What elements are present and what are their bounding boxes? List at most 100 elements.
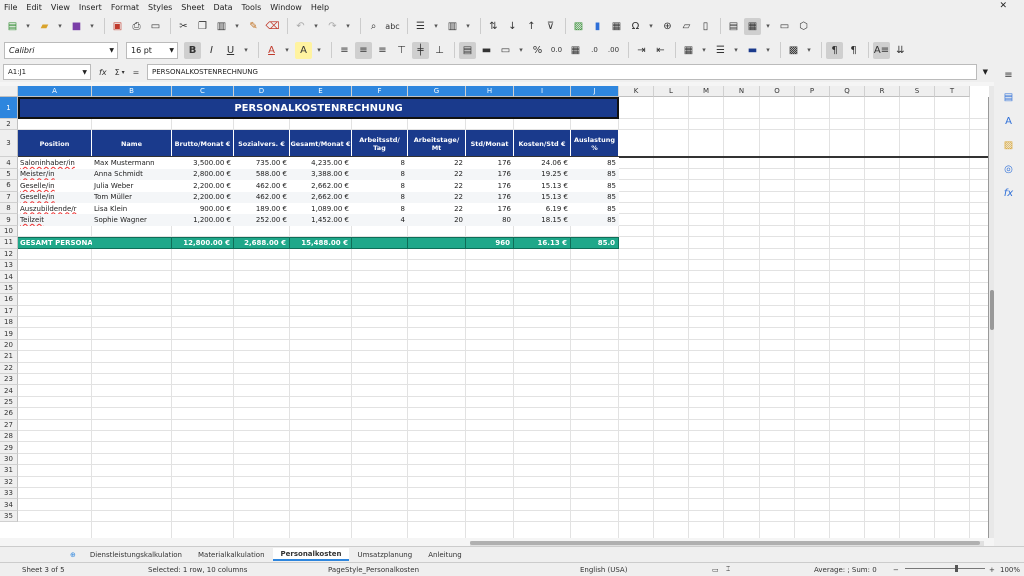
value-cell[interactable]: 18.15 €	[514, 214, 571, 226]
function-wizard-icon[interactable]: fx	[99, 68, 107, 77]
total-cell[interactable]: 85.0	[571, 237, 619, 249]
border-color-icon[interactable]: ▬	[744, 42, 761, 59]
sort-ascending-icon[interactable]: ↓	[504, 18, 521, 35]
selection-mode-icon[interactable]: ▭	[712, 566, 719, 574]
menu-item-help[interactable]: Help	[311, 3, 329, 12]
text-horizontal-icon[interactable]: A≡	[873, 41, 890, 59]
value-cell[interactable]: 85	[571, 180, 619, 192]
menu-item-edit[interactable]: Edit	[26, 3, 42, 12]
row-header-8[interactable]: 8	[0, 203, 18, 215]
row-header-16[interactable]: 16	[0, 294, 18, 306]
value-cell[interactable]: 462.00 €	[234, 180, 290, 192]
menu-item-tools[interactable]: Tools	[242, 3, 262, 12]
value-cell[interactable]: 22	[408, 203, 466, 215]
define-print-area-icon[interactable]: ▤	[725, 18, 742, 35]
column-heading[interactable]: Std/Monat	[466, 130, 514, 158]
value-cell[interactable]: 6.19 €	[514, 203, 571, 215]
value-cell[interactable]: 2,200.00 €	[172, 191, 234, 203]
spelling-icon[interactable]: abc	[384, 18, 401, 35]
value-cell[interactable]: 735.00 €	[234, 157, 290, 169]
zoom-slider-knob[interactable]	[955, 565, 958, 572]
properties-icon[interactable]: ▤	[1001, 90, 1016, 105]
align-center-icon[interactable]: ≡	[355, 41, 372, 59]
pivot-table-icon[interactable]: ▦	[608, 18, 625, 35]
value-cell[interactable]: 252.00 €	[234, 214, 290, 226]
borders-icon[interactable]: ▦	[680, 42, 697, 59]
name-cell[interactable]: Julia Weber	[92, 180, 172, 192]
column-header-m[interactable]: M	[689, 86, 724, 97]
percent-format-button[interactable]: %	[529, 42, 546, 59]
sheet-title[interactable]: PERSONALKOSTENRECHNUNG	[18, 97, 619, 119]
value-cell[interactable]: 2,662.00 €	[290, 191, 352, 203]
name-cell[interactable]: Lisa Klein	[92, 203, 172, 215]
row-header-31[interactable]: 31	[0, 465, 18, 477]
status-pagestyle[interactable]: PageStyle_Personalkosten	[328, 566, 419, 574]
row-header-23[interactable]: 23	[0, 374, 18, 386]
menu-item-file[interactable]: File	[4, 3, 17, 12]
value-cell[interactable]: 85	[571, 191, 619, 203]
value-cell[interactable]: 8	[352, 157, 408, 169]
open-folder-icon[interactable]: ▰	[36, 18, 53, 35]
name-cell[interactable]: Sophie Wagner	[92, 214, 172, 226]
column-heading[interactable]: Gesamt/Monat €	[290, 130, 352, 158]
row-header-10[interactable]: 10	[0, 225, 18, 238]
sidebar-menu-icon[interactable]: ≡	[1001, 68, 1016, 83]
column-heading[interactable]: Sozialvers. €	[234, 130, 290, 158]
value-cell[interactable]: 900.00 €	[172, 203, 234, 215]
column-header-i[interactable]: I	[514, 86, 571, 97]
position-cell[interactable]: Teilzeit	[18, 214, 92, 226]
value-cell[interactable]: 22	[408, 191, 466, 203]
styles-icon[interactable]: A	[1001, 114, 1016, 129]
open-dropdown-icon[interactable]: ▾	[55, 18, 65, 35]
row-header-14[interactable]: 14	[0, 271, 18, 283]
column-heading[interactable]: Arbeitsstd/ Tag	[352, 130, 408, 158]
row-header-6[interactable]: 6	[0, 180, 18, 192]
value-cell[interactable]: 8	[352, 168, 408, 181]
value-cell[interactable]: 176	[466, 191, 514, 203]
highlight-dropdown-icon[interactable]: ▾	[314, 42, 324, 59]
value-cell[interactable]: 2,800.00 €	[172, 168, 234, 181]
row-header-11[interactable]: 11	[0, 237, 18, 249]
menu-item-insert[interactable]: Insert	[79, 3, 102, 12]
value-cell[interactable]: 176	[466, 203, 514, 215]
redo-icon[interactable]: ↷	[324, 18, 341, 35]
value-cell[interactable]: 4,235.00 €	[290, 157, 352, 169]
total-cell[interactable]: 2,688.00 €	[234, 237, 290, 249]
clone-formatting-icon[interactable]: ✎	[245, 18, 262, 35]
column-header-o[interactable]: O	[760, 86, 795, 97]
total-cell[interactable]: 15,488.00 €	[290, 237, 352, 249]
column-header-h[interactable]: H	[466, 86, 514, 97]
cut-icon[interactable]: ✂	[175, 18, 192, 35]
value-cell[interactable]: 15.13 €	[514, 191, 571, 203]
sort-descending-icon[interactable]: ↑	[523, 18, 540, 35]
row-header-19[interactable]: 19	[0, 328, 18, 340]
currency-dropdown-icon[interactable]: ▾	[516, 42, 526, 59]
copy-icon[interactable]: ❐	[194, 18, 211, 35]
bold-button[interactable]: B	[184, 41, 201, 59]
sum-icon[interactable]: Σ	[115, 68, 120, 77]
column-header-p[interactable]: P	[795, 86, 830, 97]
column-header-f[interactable]: F	[352, 86, 408, 97]
spreadsheet-grid[interactable]: A B C D E F G H I J K L M N O P Q R S T 1 2 3 4 5 6 7 8 9 10 11 12 13 14 1…	[0, 86, 989, 538]
row-header-30[interactable]: 30	[0, 453, 18, 466]
autofilter-icon[interactable]: ⊽	[542, 18, 559, 35]
row-icon[interactable]: ☰	[412, 18, 429, 35]
row-header-13[interactable]: 13	[0, 260, 18, 272]
menu-item-format[interactable]: Format	[111, 3, 139, 12]
column-header-b[interactable]: B	[92, 86, 172, 97]
border-style-dropdown-icon[interactable]: ▾	[731, 42, 741, 59]
number-format-button[interactable]: 0.0	[548, 42, 565, 59]
column-dropdown-icon[interactable]: ▾	[463, 18, 473, 35]
italic-button[interactable]: I	[203, 42, 220, 59]
zoom-in-icon[interactable]: +	[989, 566, 995, 574]
font-color-button[interactable]: A	[263, 42, 280, 59]
column-header-r[interactable]: R	[865, 86, 900, 97]
column-heading[interactable]: Arbeitstage/ Mt	[408, 130, 466, 158]
zoom-out-icon[interactable]: −	[893, 566, 899, 574]
row-header-20[interactable]: 20	[0, 339, 18, 352]
special-character-icon[interactable]: Ω	[627, 18, 644, 35]
add-decimal-icon[interactable]: .0	[586, 42, 603, 59]
clear-formatting-icon[interactable]: ⌫	[264, 18, 281, 35]
status-language[interactable]: English (USA)	[580, 566, 627, 574]
comment-icon[interactable]: ▱	[678, 18, 695, 35]
